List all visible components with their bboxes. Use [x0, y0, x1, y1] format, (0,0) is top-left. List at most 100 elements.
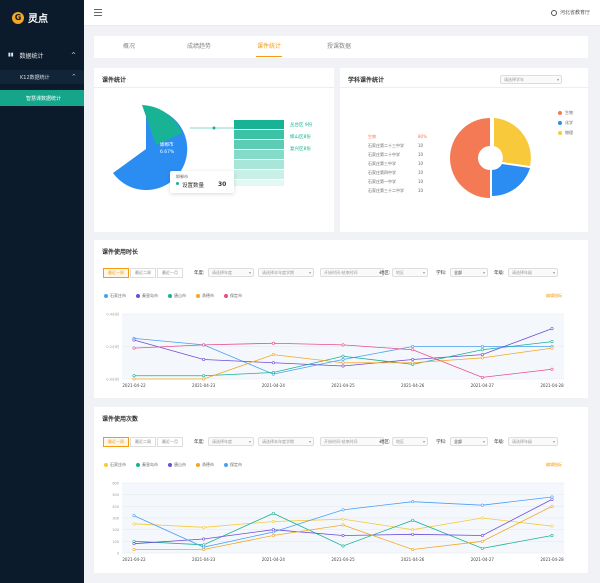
data-point: [202, 357, 206, 361]
term-select[interactable]: 请选择本年度学期: [258, 268, 314, 277]
usage-count-card: 课件使用次数 最近一周 最近二周 最近一月 年度: 请选择年度 请选择本年度学期…: [94, 407, 588, 573]
data-point: [271, 511, 275, 515]
sidebar-item-smart-class[interactable]: 智慧课数据统计: [0, 90, 84, 106]
logo[interactable]: G 灵点: [12, 10, 48, 25]
recent-week-button[interactable]: 最近一周: [103, 268, 129, 278]
grade-label: 年度:: [194, 440, 205, 445]
data-point: [411, 357, 415, 361]
data-point: [132, 522, 136, 526]
legend-swatch: [196, 463, 200, 467]
subject-row-value: 10: [418, 188, 424, 193]
area-label: 地区:: [380, 271, 391, 276]
legend-label: 石家庄市: [110, 293, 126, 298]
recent-week-button[interactable]: 最近一周: [103, 437, 129, 447]
data-point: [341, 544, 345, 548]
data-point: [202, 545, 206, 549]
data-point: [480, 344, 484, 348]
legend-swatch: [558, 111, 562, 115]
legend-swatch: [104, 463, 108, 467]
tab-teaching[interactable]: 授课数据: [304, 36, 374, 58]
recent-month-button[interactable]: 最近一月: [157, 437, 183, 447]
legend-item[interactable]: 保定市: [224, 462, 242, 468]
grade-select[interactable]: 请选择年度: [208, 437, 254, 446]
legend-item[interactable]: 物理: [558, 130, 573, 136]
edit-metrics-link[interactable]: 编辑指标: [546, 293, 562, 299]
data-point: [480, 539, 484, 543]
y-tick-label: 100: [112, 540, 119, 544]
menu-icon[interactable]: [94, 9, 102, 16]
data-point: [480, 348, 484, 352]
recent-month-button[interactable]: 最近一月: [157, 268, 183, 278]
legend-item[interactable]: 唐山市: [168, 293, 186, 299]
logo-icon: G: [12, 11, 24, 24]
data-point: [202, 374, 206, 378]
grade-label: 年度:: [194, 271, 205, 276]
user-icon: [550, 9, 557, 16]
tab-courseware[interactable]: 课件统计: [234, 36, 304, 58]
breakdown-label-2: 邯山区8份: [290, 133, 311, 140]
legend-item[interactable]: 承德市: [196, 293, 214, 299]
legend-label: 化学: [565, 120, 573, 125]
data-point: [550, 346, 554, 350]
data-point: [341, 357, 345, 361]
bar-block-6: [234, 170, 284, 179]
class-year-select[interactable]: 请选择年级: [508, 268, 558, 277]
grade-select[interactable]: 请选择年度: [208, 268, 254, 277]
user-menu[interactable]: 河北省教育厅: [550, 9, 590, 16]
legend-item[interactable]: 唐山市: [168, 462, 186, 468]
data-point: [202, 343, 206, 347]
legend-item[interactable]: 生物: [558, 110, 573, 116]
usage-duration-card: 课件使用时长 最近一周 最近二周 最近一月 年度: 请选择年度 请选择本年度学期…: [94, 240, 588, 398]
data-point: [550, 340, 554, 344]
sidebar-item-data-stats[interactable]: ▮▮ 数据统计 ^: [0, 48, 84, 62]
legend-label: 保定市: [230, 293, 242, 298]
class-year-select[interactable]: 请选择年级: [508, 437, 558, 446]
card-title: 学科课件统计: [348, 77, 385, 84]
legend-swatch: [558, 131, 562, 135]
recent-two-weeks-button[interactable]: 最近二周: [130, 268, 156, 278]
legend-item[interactable]: 石家庄市: [104, 293, 126, 299]
legend-label: 承德市: [202, 293, 214, 298]
data-point: [132, 377, 136, 381]
subject-select[interactable]: 全部: [450, 268, 488, 277]
bar-block-5: [234, 160, 284, 169]
recent-two-weeks-button[interactable]: 最近二周: [130, 437, 156, 447]
area-select[interactable]: 地区: [392, 268, 428, 277]
y-tick-label: 200: [112, 528, 119, 532]
year-select[interactable]: 请选择学年: [500, 75, 562, 84]
term-select[interactable]: 请选择本年度学期: [258, 437, 314, 446]
y-tick-label: 400: [112, 505, 119, 509]
data-point: [271, 519, 275, 523]
legend-item[interactable]: 承德市: [196, 462, 214, 468]
subject-select[interactable]: 全部: [450, 437, 488, 446]
chart1-legend: 石家庄市 秦皇岛市 唐山市 承德市 保定市: [104, 293, 242, 299]
legend-item[interactable]: 石家庄市: [104, 462, 126, 468]
sidebar-item-label: K12数据统计: [20, 74, 50, 81]
data-point: [132, 338, 136, 342]
legend-item[interactable]: 保定市: [224, 293, 242, 299]
data-point: [550, 327, 554, 331]
subject-row-name: 石家庄第二十中学: [368, 152, 400, 157]
edit-metrics-link[interactable]: 编辑指标: [546, 462, 562, 468]
pie-label-handan: 邯郸市: [160, 141, 174, 148]
data-point: [550, 524, 554, 528]
legend-item[interactable]: 秦皇岛市: [136, 462, 158, 468]
tab-overview[interactable]: 概况: [94, 36, 164, 58]
data-point: [411, 348, 415, 352]
chart2-legend: 石家庄市 秦皇岛市 唐山市 承德市 保定市: [104, 462, 242, 468]
sidebar-item-k12[interactable]: K12数据统计 ^: [0, 70, 84, 84]
date-range-input[interactable]: 开始时间-结束时间: [320, 437, 384, 446]
subject-row-value: 10: [418, 179, 424, 184]
data-point: [341, 508, 345, 512]
legend-item[interactable]: 化学: [558, 120, 573, 126]
tooltip-dot: [176, 182, 179, 185]
breakdown-label-3: 复兴区8份: [290, 145, 311, 152]
x-tick-label: 2021-04-25: [331, 557, 355, 562]
data-point: [480, 353, 484, 357]
legend-item[interactable]: 秦皇岛市: [136, 293, 158, 299]
bar-block-3: [234, 140, 284, 149]
area-select[interactable]: 地区: [392, 437, 428, 446]
date-range-input[interactable]: 开始时间-结束时间: [320, 268, 384, 277]
legend-swatch: [558, 121, 562, 125]
tab-score-trend[interactable]: 成绩趋势: [164, 36, 234, 58]
